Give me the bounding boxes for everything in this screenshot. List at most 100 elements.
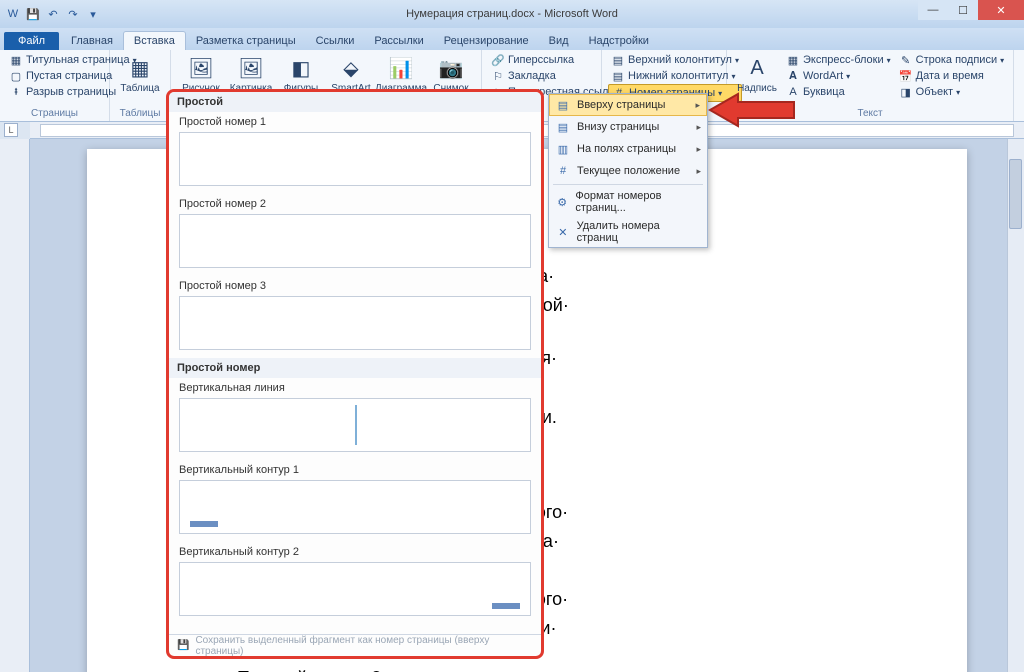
chevron-right-icon: ▸ xyxy=(696,144,701,155)
header-button[interactable]: ▤Верхний колонтитул▾ xyxy=(608,52,742,68)
gallery-item-simple-2[interactable] xyxy=(179,214,531,268)
tab-review[interactable]: Рецензирование xyxy=(434,32,539,50)
scrollbar-thumb[interactable] xyxy=(1009,159,1022,229)
submenu-page-margins[interactable]: ▥На полях страницы▸ xyxy=(549,138,707,160)
separator xyxy=(553,184,703,185)
tab-page-layout[interactable]: Разметка страницы xyxy=(186,32,306,50)
page-number-submenu: ▤Вверху страницы▸ ▤Внизу страницы▸ ▥На п… xyxy=(548,93,708,248)
chart-icon: 📊 xyxy=(387,54,415,82)
gallery-item-label: Простой номер 3 xyxy=(169,276,541,294)
gallery-item-label: Простой номер 2 xyxy=(169,194,541,212)
table-button[interactable]: ▦Таблица xyxy=(116,52,164,96)
annotation-arrow xyxy=(708,90,798,130)
page-top-icon: ▤ xyxy=(555,97,571,113)
page-icon: ▢ xyxy=(9,69,23,83)
tab-references[interactable]: Ссылки xyxy=(306,32,365,50)
redo-icon[interactable]: ↷ xyxy=(64,5,82,23)
maximize-button[interactable]: ☐ xyxy=(948,0,978,20)
chevron-right-icon: ▸ xyxy=(695,100,700,111)
qat-more-icon[interactable]: ▾ xyxy=(84,5,102,23)
file-tab[interactable]: Файл xyxy=(4,32,59,50)
signature-button[interactable]: ✎Строка подписи▾ xyxy=(896,52,1007,68)
textbox-icon: A xyxy=(743,54,771,82)
equation-button[interactable]: πФормула▾ xyxy=(1020,52,1024,68)
gallery-item-simple-3[interactable] xyxy=(179,296,531,350)
cursor-icon: # xyxy=(555,163,571,179)
tab-view[interactable]: Вид xyxy=(539,32,579,50)
undo-icon[interactable]: ↶ xyxy=(44,5,62,23)
submenu-top-of-page[interactable]: ▤Вверху страницы▸ xyxy=(549,94,707,116)
close-button[interactable]: ✕ xyxy=(978,0,1024,20)
screenshot-icon: 📷 xyxy=(437,54,465,82)
clipart-icon: 🖼 xyxy=(237,54,265,82)
vertical-scrollbar[interactable] xyxy=(1007,139,1024,672)
picture-icon: 🖼 xyxy=(187,54,215,82)
quickparts-button[interactable]: ▦Экспресс-блоки▾ xyxy=(783,52,894,68)
gallery-section: Простой номер xyxy=(169,358,541,378)
shapes-icon: ◧ xyxy=(287,54,315,82)
header-icon: ▤ xyxy=(611,53,625,67)
title-bar: W 💾 ↶ ↷ ▾ Нумерация страниц.docx - Micro… xyxy=(0,0,1024,28)
submenu-bottom-of-page[interactable]: ▤Внизу страницы▸ xyxy=(549,116,707,138)
page-icon: ▦ xyxy=(9,53,23,67)
gallery-item-vertical-line[interactable] xyxy=(179,398,531,452)
gallery-item-label: Вертикальная линия xyxy=(169,378,541,396)
quick-access-toolbar: W 💾 ↶ ↷ ▾ xyxy=(4,5,102,23)
gallery-item-label: Простой номер 1 xyxy=(169,112,541,130)
table-icon: ▦ xyxy=(126,54,154,82)
tab-insert[interactable]: Вставка xyxy=(123,31,186,50)
gallery-item-simple-1[interactable] xyxy=(179,132,531,186)
chevron-right-icon: ▸ xyxy=(696,166,701,177)
object-button[interactable]: ◨Объект▾ xyxy=(896,84,1007,100)
blocks-icon: ▦ xyxy=(786,53,800,67)
submenu-current-position[interactable]: #Текущее положение▸ xyxy=(549,160,707,182)
group-tables: ▦Таблица Таблицы xyxy=(110,50,171,121)
format-icon: ⚙ xyxy=(555,194,569,210)
break-icon: ⭻ xyxy=(9,85,23,99)
submenu-format-numbers[interactable]: ⚙Формат номеров страниц... xyxy=(549,187,707,217)
wordart-icon: 𝐀 xyxy=(786,69,800,83)
group-label: Таблицы xyxy=(116,108,164,121)
paragraph: Простой·номер·3·—·номер·без·форматирован… xyxy=(207,666,897,672)
submenu-remove-numbers[interactable]: ✕Удалить номера страниц xyxy=(549,217,707,247)
page-bottom-icon: ▤ xyxy=(555,119,571,135)
group-label: Страницы xyxy=(6,108,103,121)
window-title: Нумерация страниц.docx - Microsoft Word xyxy=(406,8,618,20)
date-icon: 📅 xyxy=(899,69,913,83)
save-icon: 💾 xyxy=(177,640,189,651)
tab-addins[interactable]: Надстройки xyxy=(579,32,659,50)
tab-home[interactable]: Главная xyxy=(61,32,123,50)
gallery-section: Простой xyxy=(169,92,541,112)
gallery-footer[interactable]: 💾Сохранить выделенный фрагмент как номер… xyxy=(169,634,541,656)
page-number-gallery: Простой Простой номер 1 Простой номер 2 … xyxy=(166,89,544,659)
group-symbols: πФормула▾ ΩСимвол▾ Символы xyxy=(1014,50,1024,121)
dropcap-button[interactable]: AБуквица xyxy=(783,84,894,100)
gallery-item-vertical-outline-2[interactable] xyxy=(179,562,531,616)
label: Разрыв страницы xyxy=(26,86,116,98)
link-icon: 🔗 xyxy=(491,53,505,67)
vertical-ruler[interactable] xyxy=(0,139,30,672)
save-icon[interactable]: 💾 xyxy=(24,5,42,23)
word-icon[interactable]: W xyxy=(4,5,22,23)
tab-mailings[interactable]: Рассылки xyxy=(364,32,433,50)
chevron-right-icon: ▸ xyxy=(696,122,701,133)
ribbon-tabs: Файл Главная Вставка Разметка страницы С… xyxy=(0,28,1024,50)
gallery-item-label: Вертикальный контур 2 xyxy=(169,542,541,560)
smartart-icon: ⬙ xyxy=(337,54,365,82)
delete-icon: ✕ xyxy=(555,224,571,240)
tab-selector[interactable]: L xyxy=(4,123,18,137)
signature-icon: ✎ xyxy=(899,53,913,67)
minimize-button[interactable]: — xyxy=(918,0,948,20)
bookmark-icon: ⚐ xyxy=(491,69,505,83)
group-label: Символы xyxy=(1020,108,1024,121)
object-icon: ◨ xyxy=(899,85,913,99)
footer-icon: ▤ xyxy=(611,69,625,83)
gallery-item-vertical-outline-1[interactable] xyxy=(179,480,531,534)
datetime-button[interactable]: 📅Дата и время xyxy=(896,68,1007,84)
group-pages: ▦Титульная страница▾ ▢Пустая страница ⭻Р… xyxy=(0,50,110,121)
footer-button[interactable]: ▤Нижний колонтитул▾ xyxy=(608,68,742,84)
wordart-button[interactable]: 𝐀WordArt▾ xyxy=(783,68,894,84)
symbol-button[interactable]: ΩСимвол▾ xyxy=(1020,68,1024,84)
gallery-item-label: Вертикальный контур 1 xyxy=(169,460,541,478)
label: Пустая страница xyxy=(26,70,112,82)
